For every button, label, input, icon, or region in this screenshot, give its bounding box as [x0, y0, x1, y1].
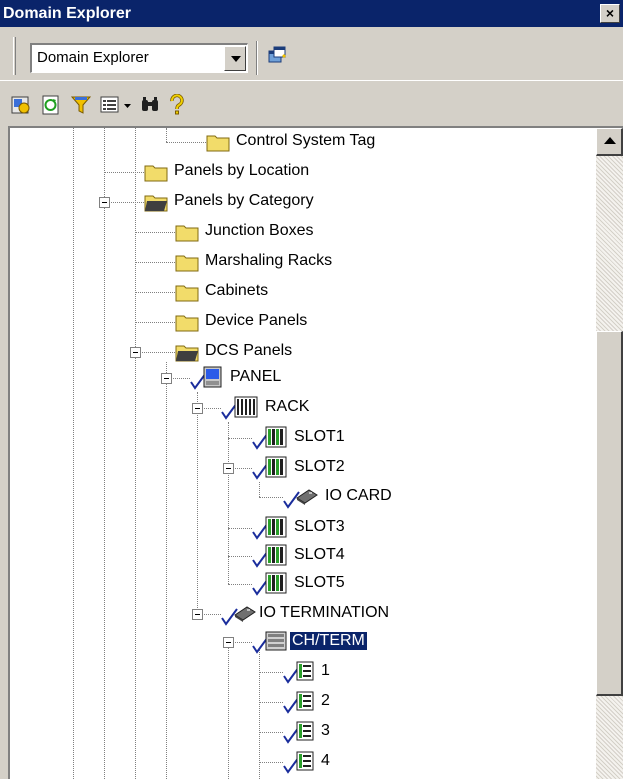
tree-node-ch-term[interactable]: CH/TERM — [252, 628, 452, 657]
domain-toolbar: Domain Explorer — [0, 27, 623, 81]
channel-icon — [296, 721, 314, 741]
tree-node-slot4[interactable]: SLOT4 — [252, 542, 412, 571]
tree-node-label: Junction Boxes — [205, 222, 314, 239]
collapse-icon[interactable] — [192, 609, 203, 620]
collapse-icon[interactable] — [161, 373, 172, 384]
domain-combo[interactable]: Domain Explorer — [30, 43, 248, 73]
tree-node-io-termination[interactable]: IO TERMINATION — [221, 600, 461, 629]
channel-icon — [296, 661, 314, 681]
scroll-up-arrow-icon[interactable] — [596, 128, 623, 156]
tree-node-label: Panels by Location — [174, 162, 310, 179]
collapse-icon[interactable] — [192, 403, 203, 414]
domain-tree[interactable]: Control System Tag Panels by Location Pa… — [8, 126, 623, 779]
collapse-icon[interactable] — [223, 463, 234, 474]
tree-node-label: SLOT4 — [294, 546, 345, 563]
tree-node-label: 1 — [321, 662, 330, 679]
slot-icon — [265, 572, 287, 594]
folder-icon — [206, 135, 230, 152]
toolbar-grip[interactable] — [13, 37, 16, 75]
tree-node-slot2[interactable]: SLOT2 — [252, 454, 412, 483]
tree-node-label: DCS Panels — [205, 342, 293, 359]
filter-icon[interactable] — [70, 94, 92, 116]
new-window-icon[interactable] — [266, 44, 288, 66]
domain-combo-value: Domain Explorer — [37, 49, 149, 66]
terminal-strip-icon — [265, 631, 287, 651]
tree-node-channel-1[interactable]: 1 — [283, 658, 363, 687]
slot-icon — [265, 456, 287, 478]
tree-node-slot3[interactable]: SLOT3 — [252, 514, 412, 543]
tree-node-label: 4 — [321, 752, 330, 769]
find-icon[interactable] — [139, 94, 161, 116]
collapse-icon[interactable] — [223, 637, 234, 648]
actions-toolbar — [0, 82, 623, 126]
open-folder-icon — [175, 345, 199, 362]
panel-icon — [203, 366, 222, 388]
tree-node-rack[interactable]: RACK — [221, 394, 421, 423]
tree-node-label: CH/TERM — [289, 631, 368, 651]
dropdown-arrow-icon[interactable] — [122, 94, 134, 116]
tree-node-label: PANEL — [230, 368, 282, 385]
close-button[interactable]: × — [600, 4, 620, 23]
window-title: Domain Explorer — [3, 5, 132, 22]
toolbar-separator — [256, 41, 258, 75]
tree-node-label: RACK — [265, 398, 310, 415]
folder-icon — [175, 255, 199, 272]
channel-icon — [296, 751, 314, 771]
tree-node-channel-2[interactable]: 2 — [283, 688, 363, 717]
tree-node-label: Control System Tag — [236, 132, 376, 149]
view-list-icon[interactable] — [99, 94, 121, 116]
tree-node-label: Cabinets — [205, 282, 269, 299]
tree-node-label: SLOT1 — [294, 428, 345, 445]
collapse-icon[interactable] — [99, 197, 110, 208]
tree-node-slot1[interactable]: SLOT1 — [252, 424, 412, 453]
slot-icon — [265, 426, 287, 448]
refresh-icon[interactable] — [40, 94, 62, 116]
tree-node-label: Marshaling Racks — [205, 252, 333, 269]
close-icon: × — [605, 5, 615, 21]
tree-node-io-card[interactable]: IO CARD — [283, 483, 463, 512]
tree-node-label: SLOT5 — [294, 574, 345, 591]
slot-icon — [265, 516, 287, 538]
tree-node-channel-4[interactable]: 4 — [283, 748, 363, 777]
tree-node-slot5[interactable]: SLOT5 — [252, 570, 412, 599]
tree-node-label: SLOT3 — [294, 518, 345, 535]
window-titlebar[interactable]: Domain Explorer × — [0, 0, 623, 27]
slot-icon — [265, 544, 287, 566]
collapse-icon[interactable] — [130, 347, 141, 358]
tree-node-label: Panels by Category — [174, 192, 314, 209]
tree-node-label: IO TERMINATION — [259, 604, 390, 621]
tree-node-panel[interactable]: PANEL — [190, 364, 390, 393]
vertical-scrollbar[interactable] — [596, 128, 623, 779]
io-termination-icon — [234, 606, 256, 622]
tree-node-label: 2 — [321, 692, 330, 709]
tree-node-label: SLOT2 — [294, 458, 345, 475]
channel-icon — [296, 691, 314, 711]
folder-icon — [144, 165, 168, 182]
tree-node-channel-3[interactable]: 3 — [283, 718, 363, 747]
open-folder-icon — [144, 195, 168, 212]
folder-icon — [175, 225, 199, 242]
tree-node-label: 3 — [321, 722, 330, 739]
io-card-icon — [296, 489, 318, 505]
tree-node-label: Device Panels — [205, 312, 308, 329]
tree-node-label: IO CARD — [325, 487, 392, 504]
folder-icon — [175, 285, 199, 302]
folder-icon — [175, 315, 199, 332]
properties-icon[interactable] — [10, 94, 32, 116]
scrollbar-thumb[interactable] — [596, 331, 623, 696]
help-icon[interactable] — [166, 94, 188, 116]
rack-icon — [234, 396, 258, 418]
chevron-down-icon[interactable] — [224, 46, 246, 71]
